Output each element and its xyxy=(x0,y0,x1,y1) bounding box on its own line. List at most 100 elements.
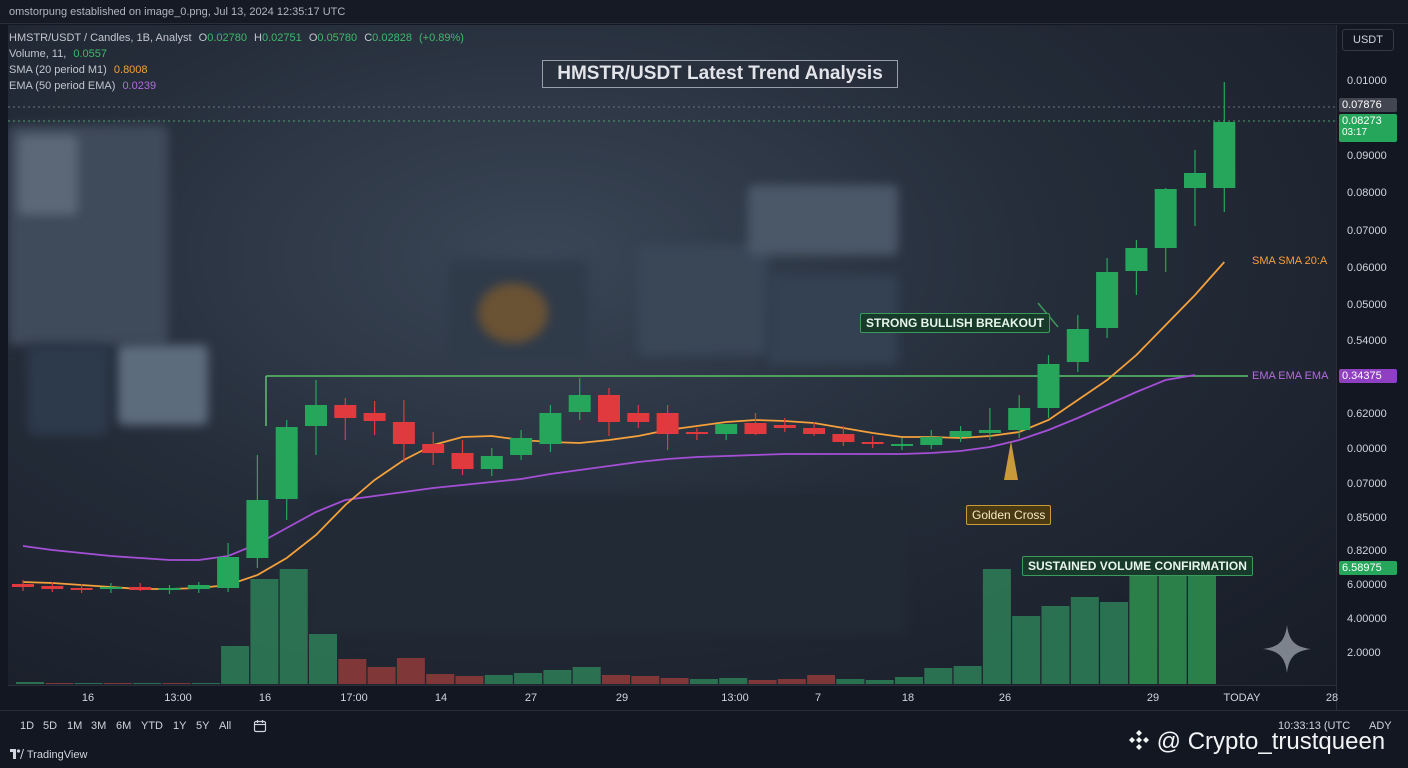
time-axis-label: 13:00 xyxy=(721,692,749,704)
volume-bar xyxy=(162,683,191,684)
legend-change: (+0.89%) xyxy=(419,32,464,44)
volume-bar xyxy=(1100,602,1129,684)
candle-body xyxy=(1154,189,1177,248)
candle-body xyxy=(187,585,210,589)
volume-bar xyxy=(895,677,923,684)
volume-bar xyxy=(982,569,1011,684)
legend-sma-label: SMA (20 period M1) xyxy=(9,64,107,76)
range-button-5d[interactable]: 5D xyxy=(43,720,57,732)
tradingview-logo[interactable]: TradingView xyxy=(10,749,87,761)
legend-symbol-row: HMSTR/USDT / Candles, 1B, Analyst O0.027… xyxy=(9,30,464,46)
volume-bar xyxy=(1188,568,1216,684)
range-button-1d[interactable]: 1D xyxy=(20,720,34,732)
volume-bar xyxy=(367,667,396,684)
volume-bar xyxy=(1012,616,1041,684)
price-axis-label: 0.06000 xyxy=(1347,262,1387,274)
calendar-range-icon[interactable] xyxy=(253,719,267,733)
last-price-badge: 0.07876 xyxy=(1339,98,1397,112)
golden-cross-pointer xyxy=(1004,441,1018,480)
candle-body xyxy=(1213,122,1236,188)
candle-body xyxy=(451,453,474,469)
legend-c-value: 0.02828 xyxy=(372,32,412,44)
countdown-timer: 03:17 xyxy=(1342,127,1368,138)
price-axis-label: 0.09000 xyxy=(1347,150,1387,162)
legend-c-label: C xyxy=(364,32,373,44)
candle-body xyxy=(275,427,298,499)
range-button-3m[interactable]: 3M xyxy=(91,720,106,732)
candle-body xyxy=(1037,364,1060,408)
volume-bar xyxy=(1158,564,1187,684)
legend-h-value: 0.02751 xyxy=(262,32,302,44)
candle-body xyxy=(920,437,943,445)
volume-bar xyxy=(719,678,748,684)
candle-body xyxy=(627,413,650,422)
volume-bar xyxy=(1041,606,1070,684)
legend-o-value: 0.02780 xyxy=(207,32,247,44)
candle-body xyxy=(363,413,386,421)
volume-bar xyxy=(74,683,103,684)
range-button-1y[interactable]: 1Y xyxy=(173,720,186,732)
sma-line-label: SMA SMA 20:A xyxy=(1252,255,1328,267)
candle-body xyxy=(1125,248,1148,271)
currency-button[interactable]: USDT xyxy=(1342,29,1394,51)
volume-bar xyxy=(279,569,308,684)
price-axis[interactable]: 0.01000 0.09000 0.08000 0.07000 0.06000 0.050… xyxy=(1336,25,1408,710)
candle-body xyxy=(1184,173,1206,188)
volume-bar xyxy=(953,666,982,684)
time-axis-label: 26 xyxy=(998,692,1012,704)
candle-body xyxy=(217,557,240,588)
volume-bar xyxy=(484,675,513,684)
range-button-1m[interactable]: 1M xyxy=(67,720,82,732)
time-axis-label: 16 xyxy=(81,692,95,704)
candlestick-chart[interactable] xyxy=(8,25,1336,685)
volume-bar xyxy=(309,634,337,684)
candle-body xyxy=(656,413,679,434)
volume-bar xyxy=(16,682,44,684)
price-axis-label: 0.85000 xyxy=(1347,512,1387,524)
volume-bar xyxy=(250,579,279,684)
volume-bar xyxy=(543,670,572,684)
candle-body xyxy=(832,434,855,442)
range-button-all[interactable]: All xyxy=(219,720,231,732)
golden-cross-annotation: Golden Cross xyxy=(966,505,1052,525)
candle-body xyxy=(861,442,884,444)
volume-annotation: SUSTAINED VOLUME CONFIRMATION xyxy=(1022,556,1253,576)
volume-bar xyxy=(689,679,718,684)
legend-ema-value: 0.0239 xyxy=(122,80,157,92)
candle-body xyxy=(715,424,738,434)
candle-body xyxy=(685,432,708,434)
candle-body xyxy=(422,444,445,453)
volume-bar xyxy=(836,679,865,684)
volume-bar xyxy=(338,659,367,684)
price-axis-label: 0.82000 xyxy=(1347,545,1387,557)
volume-bar xyxy=(631,676,660,684)
breakout-annotation: STRONG BULLISH BREAKOUT xyxy=(860,313,1050,333)
chart-area[interactable]: STRONG BULLISH BREAKOUT Golden Cross SUS… xyxy=(8,25,1336,685)
time-axis-label: 18 xyxy=(901,692,915,704)
chart-title: HMSTR/USDT Latest Trend Analysis xyxy=(542,60,898,88)
legend-l-value: 0.05780 xyxy=(317,32,358,44)
watermark: @ Crypto_trustqueen xyxy=(1128,728,1385,756)
candle-body xyxy=(773,425,796,428)
legend-volume-value: 0.0557 xyxy=(73,48,107,60)
time-axis[interactable]: 16 13:00 16 17:00 14 27 29 13:00 7 18 26 29 TODAY 28 xyxy=(8,685,1339,710)
candle-body xyxy=(891,444,913,446)
chart-legend: HMSTR/USDT / Candles, 1B, Analyst O0.027… xyxy=(9,30,464,94)
price-axis-label: 0.62000 xyxy=(1347,408,1387,420)
time-axis-label: 28 xyxy=(1325,692,1339,704)
current-price-badge: 0.08273 03:17 xyxy=(1339,114,1397,142)
volume-bar xyxy=(602,675,630,684)
price-axis-label: 0.07000 xyxy=(1347,478,1387,490)
volume-bar xyxy=(133,683,162,684)
price-axis-label: 0.00000 xyxy=(1347,443,1387,455)
time-axis-label: 27 xyxy=(524,692,538,704)
range-button-ytd[interactable]: YTD xyxy=(141,720,163,732)
legend-volume-row: Volume, 11, 0.0557 xyxy=(9,46,464,62)
price-axis-label: 0.07000 xyxy=(1347,225,1387,237)
volume-bar xyxy=(777,679,806,684)
volume-bar xyxy=(45,683,74,684)
candle-body xyxy=(744,423,767,434)
range-button-6m[interactable]: 6M xyxy=(116,720,131,732)
legend-ema-label: EMA (50 period EMA) xyxy=(9,80,116,92)
range-button-5y[interactable]: 5Y xyxy=(196,720,209,732)
